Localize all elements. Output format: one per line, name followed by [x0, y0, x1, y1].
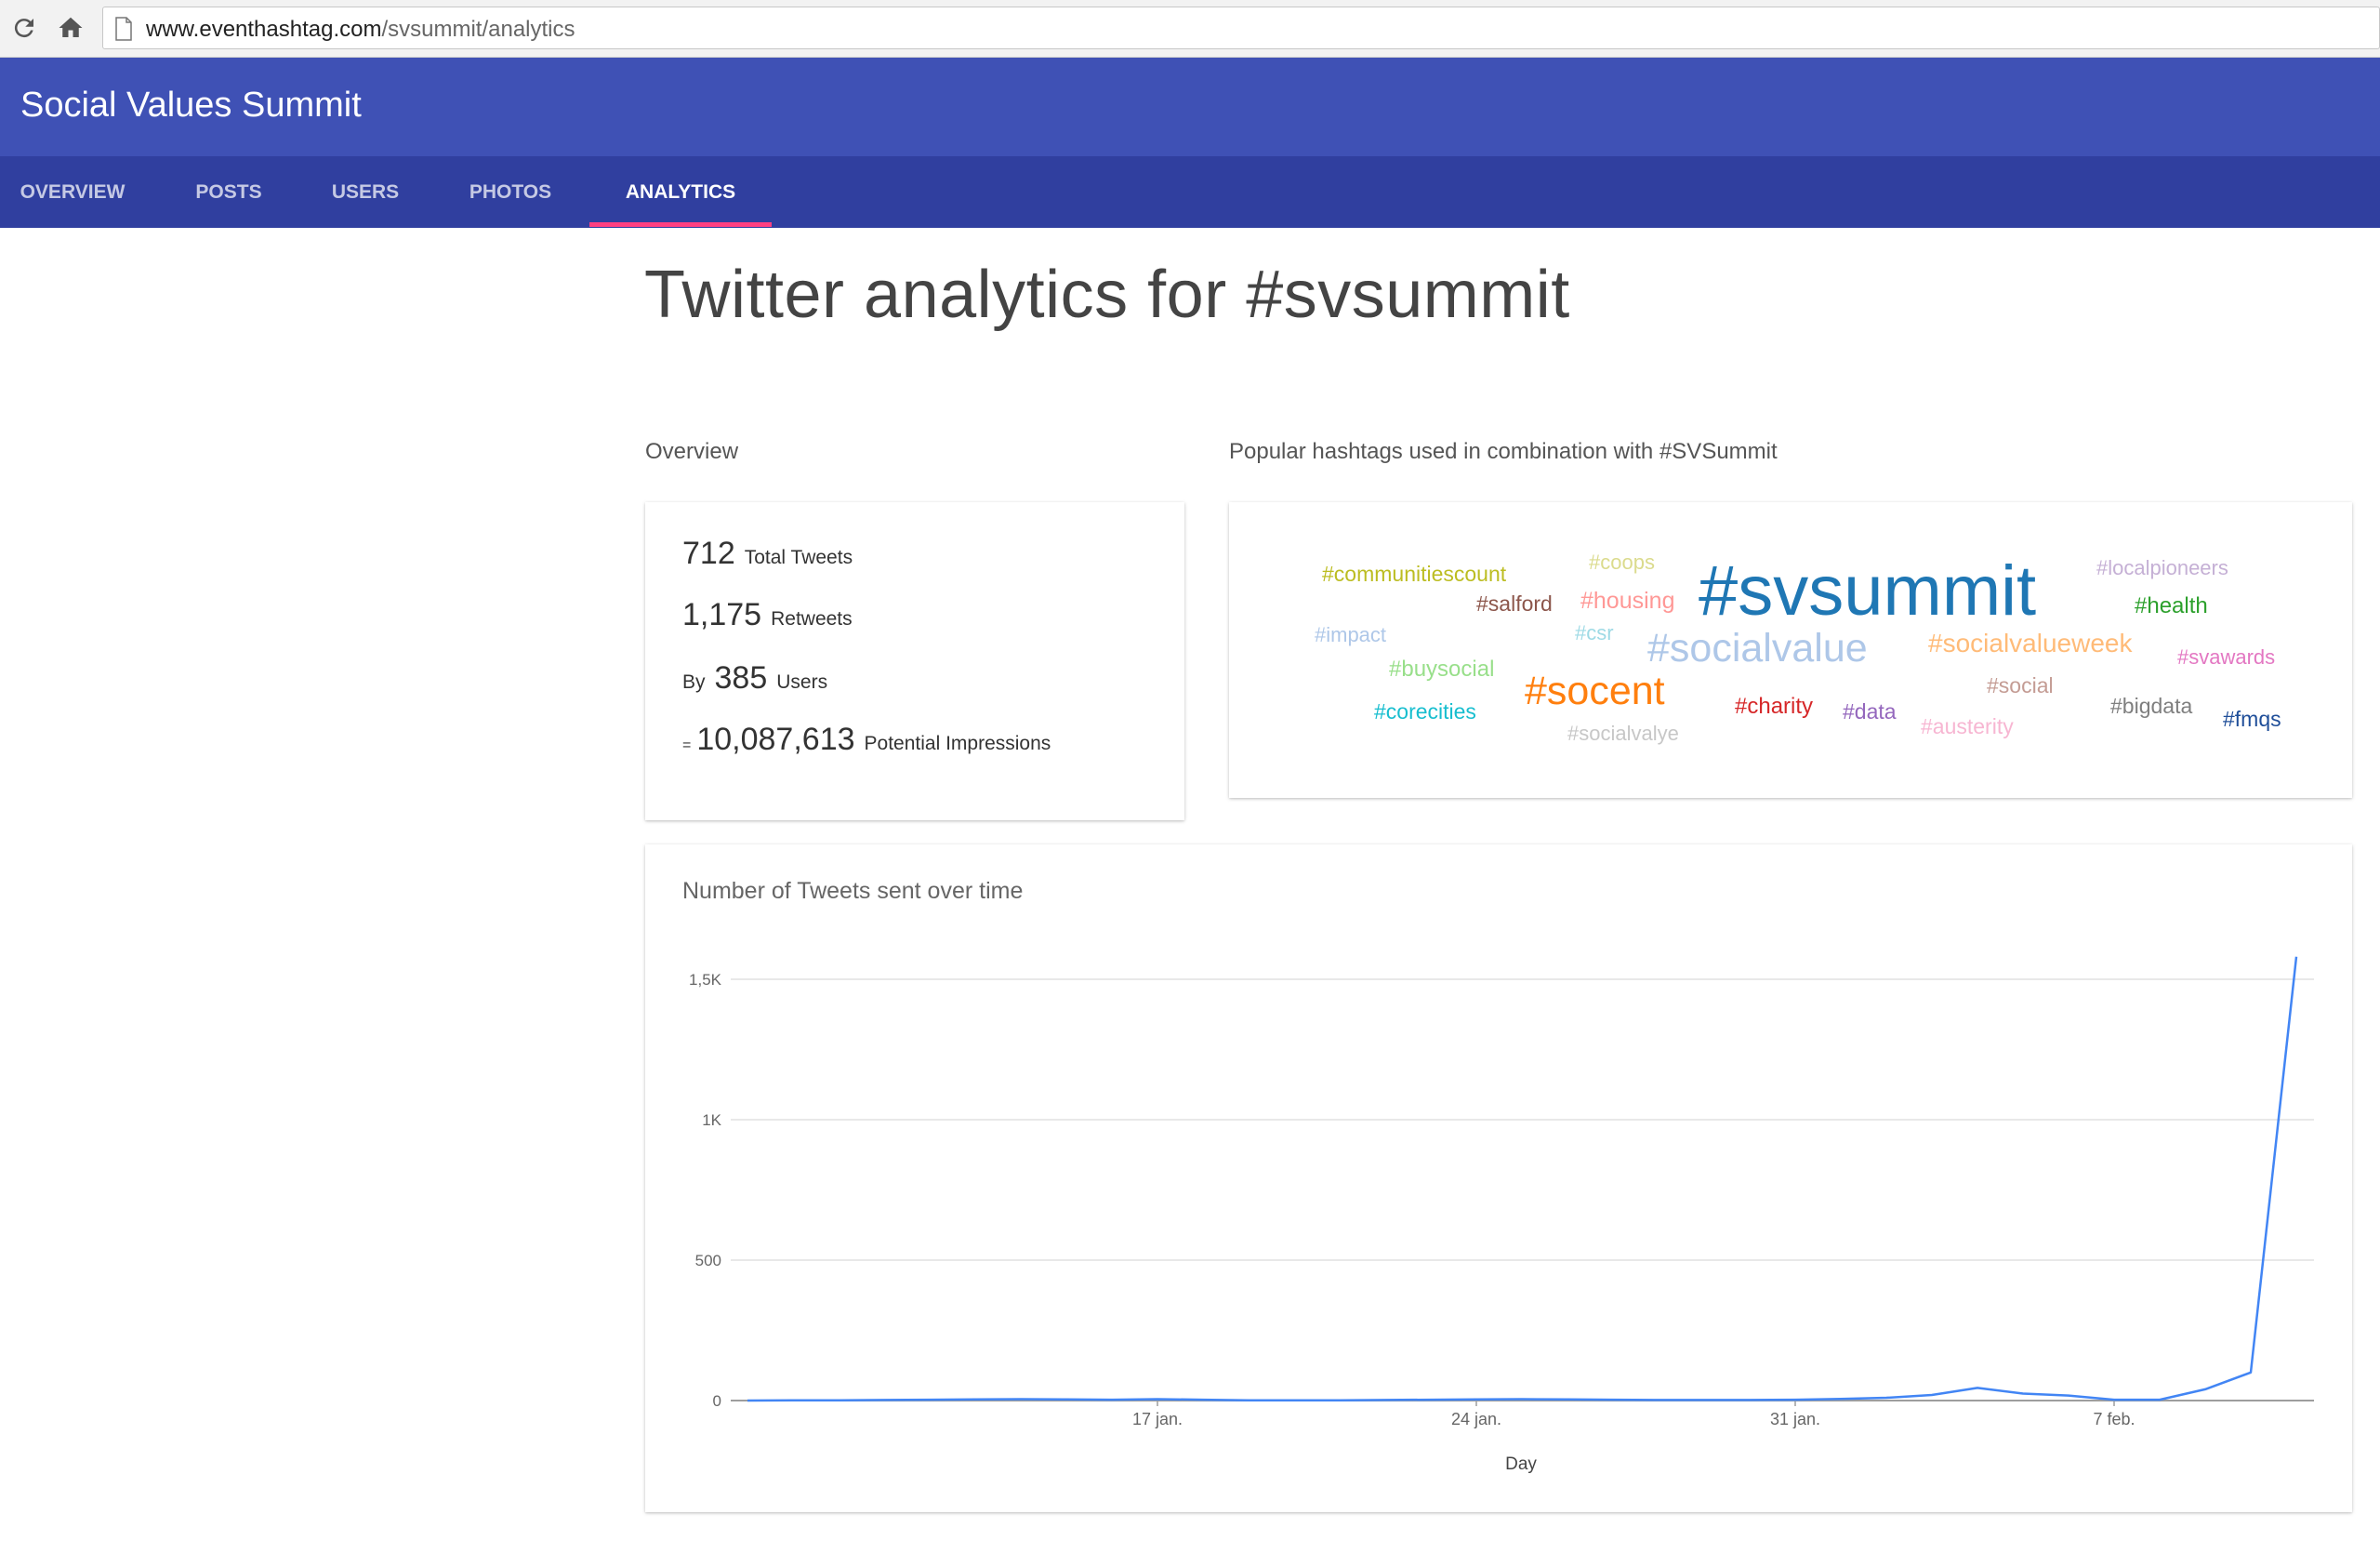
y-axis-tick-labels: 0 500 1K 1,5K: [689, 971, 722, 1410]
x-tick-label: 24 jan.: [1451, 1410, 1501, 1428]
browser-toolbar: www.eventhashtag.com/svsummit/analytics: [0, 0, 2380, 58]
reload-icon[interactable]: [7, 11, 41, 45]
hashtag[interactable]: #bigdata: [2110, 696, 2192, 717]
impressions-value: 10,087,613: [696, 722, 855, 757]
hashtag[interactable]: #socialvalue: [1647, 629, 1868, 669]
x-axis-label: Day: [1505, 1454, 1537, 1474]
x-axis-tick-labels: 17 jan. 24 jan. 31 jan. 7 feb.: [1132, 1401, 2135, 1428]
overview-card: 712 Total Tweets 1,175 Retweets By 385 Users…: [645, 502, 1184, 820]
equals-prefix: =: [682, 737, 692, 753]
tab-bar: OVERVIEW POSTS USERS PHOTOS ANALYTICS: [0, 156, 2380, 228]
home-icon[interactable]: [54, 11, 87, 45]
x-tick-label: 17 jan.: [1132, 1410, 1183, 1428]
page-icon: [114, 17, 133, 46]
url-domain: www.eventhashtag.com: [146, 17, 382, 42]
chart-series: [747, 956, 2298, 1402]
tab-analytics[interactable]: ANALYTICS: [589, 156, 772, 228]
users-value: 385: [714, 660, 768, 696]
y-tick-label: 500: [695, 1252, 721, 1269]
y-tick-label: 1K: [702, 1111, 721, 1129]
hashtag[interactable]: #communitiescount: [1322, 564, 1506, 585]
hashtag[interactable]: #health: [2135, 595, 2208, 618]
hashtag[interactable]: #corecities: [1374, 701, 1476, 723]
tab-users[interactable]: USERS: [316, 156, 415, 228]
hashtag[interactable]: #social: [1987, 675, 2054, 697]
hashtag[interactable]: #coops: [1589, 552, 1655, 573]
tab-posts[interactable]: POSTS: [182, 156, 275, 228]
hashtag[interactable]: #socent: [1525, 671, 1665, 711]
hashtag[interactable]: #svawards: [2177, 647, 2275, 668]
hashtag[interactable]: #csr: [1575, 623, 1614, 644]
tab-photos[interactable]: PHOTOS: [454, 156, 567, 228]
by-prefix: By: [682, 671, 706, 693]
hashtag[interactable]: #austerity: [1921, 716, 2014, 737]
total-tweets-value: 712: [682, 536, 735, 571]
stat-impressions: = 10,087,613 Potential Impressions: [682, 722, 1051, 758]
url-text: www.eventhashtag.com/svsummit/analytics: [146, 17, 575, 43]
users-label: Users: [776, 671, 828, 693]
app-title: Social Values Summit: [20, 86, 362, 125]
hashtag[interactable]: #salford: [1476, 593, 1553, 615]
hashtag[interactable]: #socialvalueweek: [1928, 631, 2132, 657]
active-tab-indicator: [589, 222, 772, 227]
retweets-value: 1,175: [682, 597, 762, 632]
tweets-chart-card: Number of Tweets sent over time 0 500 1K 1,…: [645, 844, 2352, 1512]
retweets-label: Retweets: [771, 608, 853, 630]
stat-total-tweets: 712 Total Tweets: [682, 536, 853, 572]
address-bar[interactable]: www.eventhashtag.com/svsummit/analytics: [102, 7, 2380, 49]
hashtag[interactable]: #buysocial: [1389, 658, 1494, 681]
chart-gridlines: [731, 978, 2314, 1401]
hashtag[interactable]: #localpioneers: [2096, 558, 2228, 578]
y-tick-label: 0: [713, 1392, 721, 1410]
total-tweets-label: Total Tweets: [744, 547, 853, 568]
page-title: Twitter analytics for #svsummit: [644, 258, 1570, 332]
stat-users: By 385 Users: [682, 660, 827, 697]
tab-overview[interactable]: OVERVIEW: [0, 156, 145, 228]
hashtag[interactable]: #fmqs: [2223, 709, 2281, 730]
stat-retweets: 1,175 Retweets: [682, 597, 853, 633]
impressions-label: Potential Impressions: [864, 733, 1051, 754]
hashtag[interactable]: #impact: [1315, 625, 1386, 645]
x-tick-label: 7 feb.: [2093, 1410, 2135, 1428]
app-header: Social Values Summit: [0, 58, 2380, 156]
hashtag[interactable]: #socialvalye: [1567, 724, 1679, 744]
hashtag[interactable]: #charity: [1735, 696, 1813, 718]
tweets-line-chart: 0 500 1K 1,5K 17 jan. 24 jan. 31 jan. 7 feb. D…: [689, 956, 2314, 1474]
tweets-series-line[interactable]: [747, 956, 2298, 1402]
x-tick-label: 31 jan.: [1770, 1410, 1820, 1428]
hashtags-label: Popular hashtags used in combination wit…: [1229, 439, 1778, 464]
url-path: /svsummit/analytics: [381, 17, 575, 42]
y-tick-label: 1,5K: [689, 971, 722, 989]
overview-label: Overview: [645, 439, 739, 464]
hashtag[interactable]: #data: [1843, 701, 1897, 723]
hashtag-cloud-card: #communitiescount #coops #svsummit #loca…: [1229, 502, 2352, 798]
hashtag[interactable]: #housing: [1580, 590, 1674, 613]
hashtag[interactable]: #svsummit: [1699, 556, 2036, 627]
